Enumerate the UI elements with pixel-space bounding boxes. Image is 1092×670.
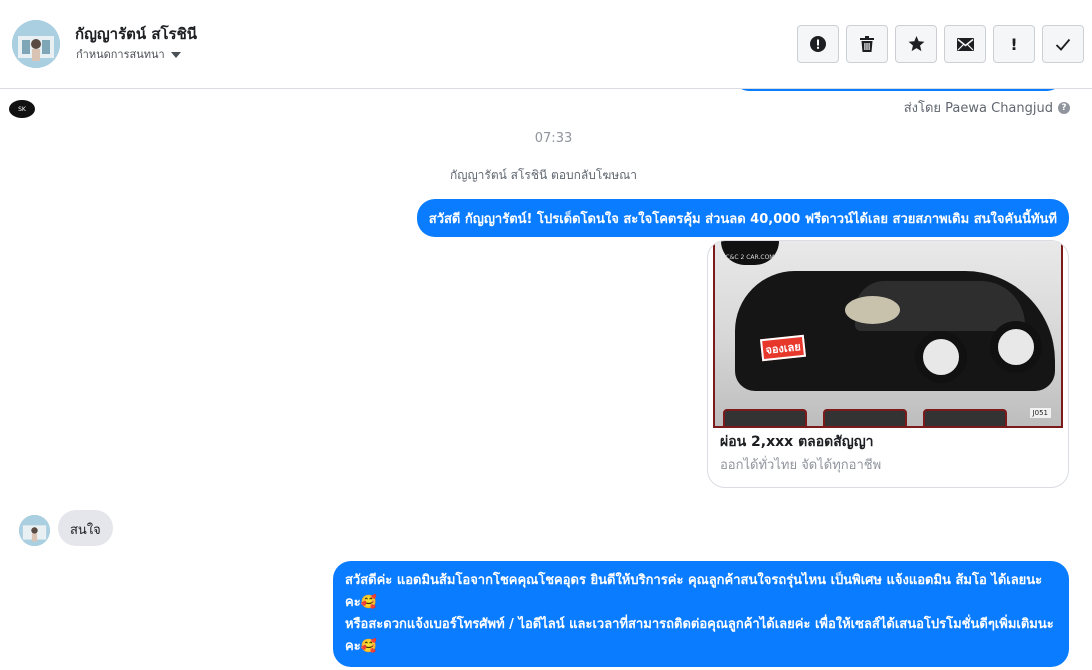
ad-car-image: C&C 2 CAR.COM จองเลย J051 [713,241,1063,428]
page-logo-icon: SK [9,100,35,118]
exclamation-icon: ! [1010,34,1018,54]
alert-circle-icon [810,36,826,52]
star-button[interactable] [895,25,937,63]
mark-unread-button[interactable] [944,25,986,63]
message-line: สวัสดีค่ะ แอดมินส้มโอจากโชคคุณโชคอุดร ยิ… [345,573,1043,610]
outgoing-message: สวัสดี กัญญารัตน์! โปรเด็ดโดนใจ สะใจโคตร… [416,199,1069,237]
ad-logo: C&C 2 CAR.COM [721,241,779,265]
ad-subtitle: ออกได้ทั่วไทย จัดได้ทุกอาชีพ [720,458,882,473]
check-icon [1055,38,1071,51]
sent-by-text: ส่งโดย Paewa Changjud [903,101,1053,116]
incoming-message: สนใจ [58,510,113,546]
ad-reply-notice: กัญญารัตน์ สโรชินี ตอบกลับโฆษณา [449,168,638,182]
chevron-down-icon [170,51,181,58]
customer-avatar[interactable] [19,515,50,546]
envelope-icon [956,37,974,51]
done-button[interactable] [1042,25,1084,63]
sent-by-label: ส่งโดย Paewa Changjud ? [904,97,1070,118]
conversation-header: กัญญารัตน์ สโรชินี กำหนดการสนทนา ! [0,0,1092,89]
contact-name: กัญญารัตน์ สโรชินี [75,25,198,43]
help-icon[interactable]: ? [1058,101,1070,114]
follow-up-button[interactable]: ! [993,25,1035,63]
message-timestamp: 07:33 [534,131,573,146]
ad-plate: J051 [1029,408,1051,418]
outgoing-message: สวัสดีค่ะ แอดมินส้มโอจากโชคคุณโชคอุดร ยิ… [333,561,1069,667]
conversation-setting-dropdown[interactable]: กำหนดการสนทนา [76,45,181,63]
action-toolbar: ! [797,25,1084,63]
ad-card[interactable]: C&C 2 CAR.COM จองเลย J051 ผ่อน 2,xxx ตลอ… [707,240,1069,488]
ad-title: ผ่อน 2,xxx ตลอดสัญญา [720,434,874,450]
conversation-setting-label: กำหนดการสนทนา [76,48,165,61]
previous-message-bubble [733,89,1063,91]
trash-icon [860,36,874,52]
contact-avatar[interactable] [12,20,60,68]
ad-stamp: จองเลย [759,334,807,362]
delete-button[interactable] [846,25,888,63]
spam-button[interactable] [797,25,839,63]
message-line: หรือสะดวกแจ้งเบอร์โทรศัพท์ / ไอดีไลน์ แล… [345,617,1054,654]
star-icon [908,36,924,52]
message-thread[interactable]: SK ส่งโดย Paewa Changjud ? 07:33 กัญญารั… [0,89,1092,670]
